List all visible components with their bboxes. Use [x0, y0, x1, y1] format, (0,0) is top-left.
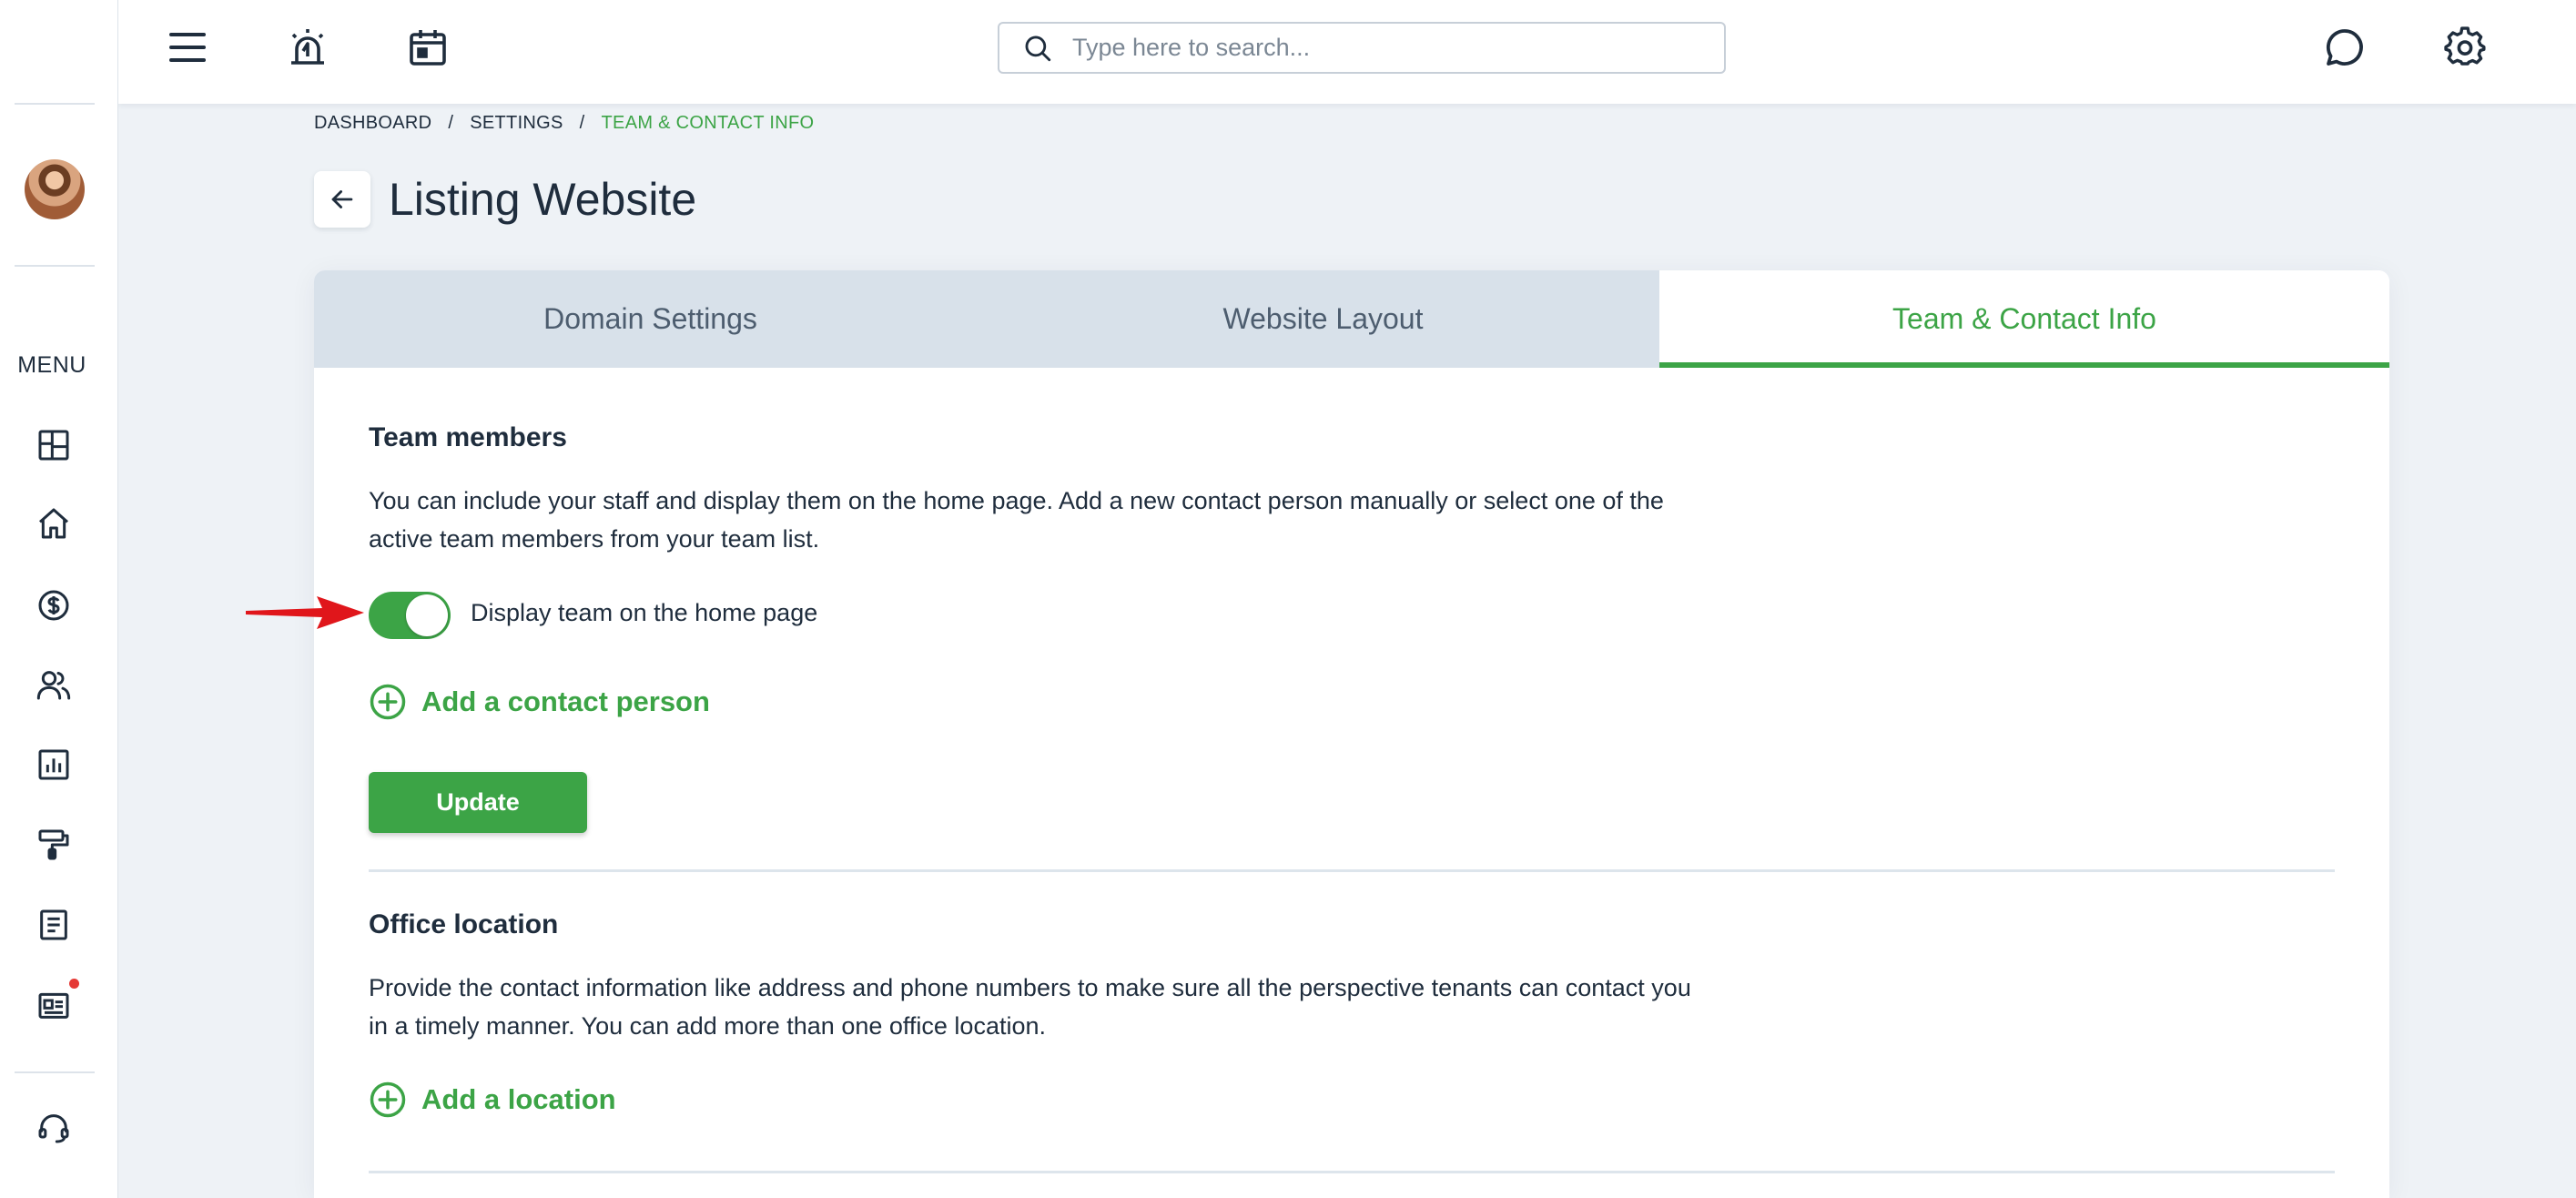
search-bar[interactable]: [998, 22, 1726, 74]
gear-icon[interactable]: [2441, 24, 2489, 71]
search-icon: [1019, 30, 1056, 66]
team-section-description: You can include your staff and display t…: [369, 487, 1664, 553]
page-title: Listing Website: [389, 174, 697, 225]
display-team-toggle-label: Display team on the home page: [471, 599, 818, 626]
add-contact-person-label: Add a contact person: [421, 685, 710, 717]
sidebar-divider: [15, 265, 95, 267]
section-divider: [369, 869, 2335, 872]
plus-circle-icon: [370, 1081, 406, 1118]
search-input[interactable]: [1072, 34, 1691, 62]
sidebar-divider: [15, 1071, 95, 1073]
breadcrumb-separator: /: [579, 113, 585, 133]
document-icon[interactable]: [34, 905, 74, 945]
tab-website-layout[interactable]: Website Layout: [987, 270, 1659, 368]
users-icon[interactable]: [34, 665, 74, 705]
sidebar: MENU: [0, 0, 118, 1198]
reports-icon[interactable]: [34, 745, 74, 785]
tab-domain-settings[interactable]: Domain Settings: [314, 270, 987, 368]
office-section-description: Provide the contact information like add…: [369, 974, 1691, 1040]
back-button[interactable]: [314, 171, 370, 228]
avatar[interactable]: [25, 159, 85, 219]
office-section-title: Office location: [369, 909, 559, 939]
breadcrumb-item-settings[interactable]: SETTINGS: [470, 113, 563, 134]
dollar-icon[interactable]: [34, 585, 74, 625]
chat-icon[interactable]: [2321, 24, 2368, 71]
section-divider: [369, 1171, 2335, 1173]
breadcrumb: DASHBOARD / SETTINGS / TEAM & CONTACT IN…: [314, 113, 814, 134]
sidebar-divider: [15, 103, 95, 105]
calendar-icon[interactable]: [404, 24, 451, 71]
toggle-knob: [406, 594, 448, 636]
team-section-title: Team members: [369, 422, 567, 452]
dashboard-icon[interactable]: [34, 425, 74, 465]
settings-card: Domain Settings Website Layout Team & Co…: [314, 270, 2389, 1198]
tab-team-contact-info[interactable]: Team & Contact Info: [1659, 270, 2389, 368]
update-button[interactable]: Update: [369, 772, 587, 833]
breadcrumb-separator: /: [448, 113, 454, 133]
breadcrumb-item-current: TEAM & CONTACT INFO: [601, 113, 815, 133]
listing-icon[interactable]: [34, 985, 74, 1025]
add-location-label: Add a location: [421, 1083, 616, 1115]
topbar: [118, 0, 2576, 104]
paint-roller-icon[interactable]: [34, 825, 74, 865]
home-icon[interactable]: [34, 503, 74, 543]
support-headset-icon[interactable]: [34, 1108, 74, 1148]
plus-circle-icon: [370, 684, 406, 720]
add-contact-person-link[interactable]: Add a contact person: [369, 683, 710, 721]
hamburger-menu-icon[interactable]: [164, 24, 211, 71]
notification-dot: [69, 979, 79, 989]
menu-label: MENU: [17, 352, 86, 378]
display-team-toggle[interactable]: [369, 592, 451, 639]
tab-bar: Domain Settings Website Layout Team & Co…: [314, 270, 2389, 368]
breadcrumb-item-dashboard[interactable]: DASHBOARD: [314, 113, 431, 134]
add-location-link[interactable]: Add a location: [369, 1081, 616, 1119]
arrow-left-icon: [331, 190, 353, 208]
alarm-icon[interactable]: [284, 24, 331, 71]
annotation-arrow-icon: [246, 596, 364, 629]
